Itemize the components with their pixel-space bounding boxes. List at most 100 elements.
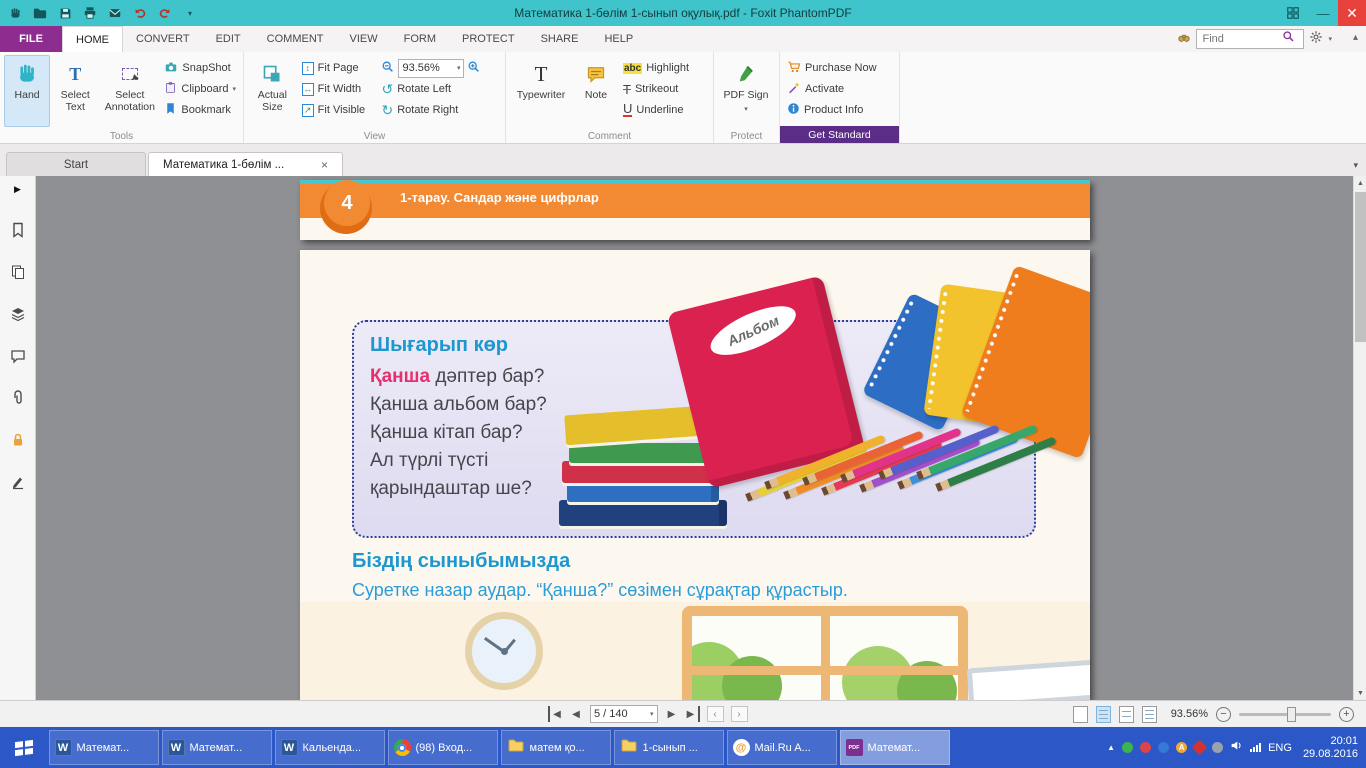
strikeout-button[interactable]: T Strikeout [620, 80, 692, 98]
tab-edit[interactable]: EDIT [203, 26, 254, 52]
zoom-slider[interactable] [1239, 713, 1331, 716]
find-settings-dropdown-icon[interactable]: ▾ [1328, 35, 1332, 43]
undo-icon[interactable] [131, 4, 149, 22]
start-button[interactable] [0, 727, 47, 768]
zoom-slider-thumb[interactable] [1287, 707, 1296, 722]
signature-panel-icon[interactable] [5, 469, 31, 495]
tab-comment[interactable]: COMMENT [254, 26, 337, 52]
pages-panel-icon[interactable] [5, 259, 31, 285]
fit-width-button[interactable]: Fit Width [299, 80, 377, 98]
minimize-button[interactable]: — [1308, 0, 1338, 26]
product-info-button[interactable]: Product Info [784, 101, 894, 119]
rotate-left-button[interactable]: ↺ Rotate Left [378, 80, 501, 98]
select-text-button[interactable]: T Select Text [52, 55, 98, 127]
facing-view-icon[interactable] [1119, 706, 1134, 723]
tray-icon-a[interactable]: A [1176, 742, 1187, 753]
activate-button[interactable]: Activate [784, 80, 894, 98]
continuous-view-icon[interactable] [1096, 706, 1111, 723]
tab-file[interactable]: FILE [0, 26, 62, 52]
open-file-icon[interactable] [31, 4, 49, 22]
tray-icon-shield[interactable] [1158, 742, 1169, 753]
bookmarks-panel-icon[interactable] [5, 217, 31, 243]
comments-panel-icon[interactable] [5, 343, 31, 369]
redo-icon[interactable] [156, 4, 174, 22]
first-page-button[interactable]: ◀ [548, 706, 562, 722]
previous-view-button[interactable]: ‹ [707, 706, 724, 722]
tab-share[interactable]: SHARE [528, 26, 592, 52]
actual-size-button[interactable]: Actual Size [248, 55, 297, 127]
print-icon[interactable] [81, 4, 99, 22]
network-icon[interactable] [1250, 743, 1261, 752]
taskbar-item-folder-2[interactable]: 1-сынып ... [614, 730, 724, 765]
attachments-panel-icon[interactable] [5, 385, 31, 411]
highlight-button[interactable]: abc Highlight [620, 59, 692, 77]
clock-date[interactable]: 20:01 29.08.2016 [1299, 735, 1358, 761]
select-annotation-button[interactable]: Select Annotation [100, 55, 159, 127]
fit-page-button[interactable]: Fit Page [299, 59, 377, 77]
document-canvas[interactable]: 4 1-тарау. Сандар және цифрлар Шығарып к… [36, 176, 1353, 700]
tab-convert[interactable]: CONVERT [123, 26, 203, 52]
doc-tab-start[interactable]: Start [6, 152, 146, 176]
taskbar-item-mailru[interactable]: Mail.Ru A... [727, 730, 837, 765]
customize-quick-access-icon[interactable]: ▾ [181, 4, 199, 22]
scroll-up-icon[interactable]: ▲ [1354, 176, 1366, 190]
tray-expand-icon[interactable]: ▲ [1107, 743, 1115, 752]
tab-protect[interactable]: PROTECT [449, 26, 528, 52]
next-view-button[interactable]: › [731, 706, 748, 722]
zoom-out-icon[interactable] [381, 60, 395, 77]
close-tab-icon[interactable]: × [321, 158, 328, 172]
security-lock-icon[interactable] [5, 427, 31, 453]
last-page-button[interactable]: ▶ [686, 706, 700, 722]
save-icon[interactable] [56, 4, 74, 22]
tab-view[interactable]: VIEW [336, 26, 390, 52]
tray-icon-red[interactable] [1140, 742, 1151, 753]
taskbar-item-chrome[interactable]: (98) Вход... [388, 730, 498, 765]
tab-help[interactable]: HELP [591, 26, 646, 52]
get-standard-button[interactable]: Get Standard [780, 126, 899, 143]
single-page-view-icon[interactable] [1073, 706, 1088, 723]
volume-icon[interactable] [1230, 739, 1243, 757]
taskbar-item-word-2[interactable]: Математ... [162, 730, 272, 765]
layout-grid-icon[interactable] [1278, 0, 1308, 26]
pdf-sign-button[interactable]: PDF Sign ▾ [718, 55, 774, 127]
zoom-in-icon[interactable] [467, 60, 481, 77]
zoom-level-select[interactable]: 93.56% ▾ [398, 59, 464, 78]
scrollbar-thumb[interactable] [1355, 192, 1366, 342]
note-button[interactable]: Note [574, 55, 618, 127]
hand-tool-button[interactable]: Hand [4, 55, 50, 127]
rotate-right-button[interactable]: ↻ Rotate Right [378, 101, 501, 119]
clipboard-button[interactable]: Clipboard ▾ [161, 80, 239, 98]
taskbar-item-folder-1[interactable]: матем қо... [501, 730, 611, 765]
zoom-in-button[interactable]: + [1339, 707, 1354, 722]
taskbar-item-foxit-active[interactable]: Математ... [840, 730, 950, 765]
next-page-button[interactable]: ▶ [665, 706, 679, 722]
tray-icon-green[interactable] [1122, 742, 1133, 753]
tab-list-dropdown-icon[interactable]: ▾ [1353, 160, 1358, 171]
tab-home[interactable]: HOME [62, 26, 123, 52]
layers-panel-icon[interactable] [5, 301, 31, 327]
close-button[interactable]: ✕ [1338, 0, 1366, 26]
expand-panel-icon[interactable]: ▶ [14, 184, 21, 195]
tab-form[interactable]: FORM [391, 26, 449, 52]
underline-button[interactable]: U Underline [620, 101, 692, 119]
purchase-now-button[interactable]: Purchase Now [784, 59, 894, 77]
zoom-out-button[interactable]: − [1216, 707, 1231, 722]
tray-icon-diamond[interactable] [1192, 740, 1208, 756]
fit-visible-button[interactable]: Fit Visible [299, 101, 377, 119]
language-indicator[interactable]: ENG [1268, 742, 1292, 754]
continuous-facing-view-icon[interactable] [1142, 706, 1157, 723]
previous-page-button[interactable]: ◀ [569, 706, 583, 722]
hand-tool-quick-icon[interactable] [6, 4, 24, 22]
taskbar-item-word-3[interactable]: Кальенда... [275, 730, 385, 765]
tray-icon-gray[interactable] [1212, 742, 1223, 753]
email-icon[interactable] [106, 4, 124, 22]
search-icon[interactable] [1282, 30, 1295, 48]
page-number-input[interactable] [594, 708, 646, 720]
bookmark-button[interactable]: Bookmark [161, 101, 239, 119]
vertical-scrollbar[interactable]: ▲ ▼ [1353, 176, 1366, 700]
page-number-dropdown-icon[interactable]: ▾ [650, 710, 654, 718]
scroll-down-icon[interactable]: ▼ [1354, 686, 1366, 700]
find-settings-gear-icon[interactable] [1309, 30, 1323, 49]
snapshot-button[interactable]: SnapShot [161, 59, 239, 77]
collapse-ribbon-icon[interactable]: ▴ [1353, 32, 1358, 43]
